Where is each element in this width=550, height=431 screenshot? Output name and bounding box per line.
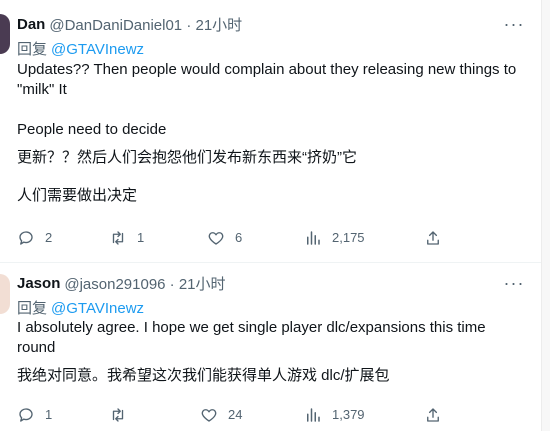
reply-count: 1 xyxy=(45,407,53,422)
tweet-header: Dan @DanDaniDaniel01 · 21小时 xyxy=(17,14,242,34)
like-button[interactable]: 24 xyxy=(200,405,242,425)
reply-mention[interactable]: @GTAVInewz xyxy=(51,300,144,317)
tweet-text-line: 更新？？然后人们会抱怨他们发布新东西来“挤奶”它 xyxy=(17,149,357,166)
tweet-header: Jason @jason291096 · 21小时 xyxy=(17,273,226,293)
author-handle[interactable]: @DanDaniDaniel01 · 21小时 xyxy=(49,14,242,35)
views-button[interactable]: 1,379 xyxy=(304,405,365,425)
retweet-icon xyxy=(112,408,124,422)
tweet-jason[interactable]: Jason @jason291096 · 21小时 ··· 回复 @GTAVIne… xyxy=(0,263,541,431)
replying-to: 回复 @GTAVInewz xyxy=(17,297,144,318)
views-icon xyxy=(307,408,320,422)
share-button[interactable] xyxy=(424,228,452,248)
tweet-actions: 2 1 6 2,175 xyxy=(17,228,457,248)
like-count: 6 xyxy=(235,230,243,245)
tweet-text-line: Updates?? Then people would complain abo… xyxy=(17,61,517,98)
more-icon[interactable]: ··· xyxy=(499,14,529,34)
views-button[interactable]: 2,175 xyxy=(304,228,365,248)
scrollbar[interactable] xyxy=(541,0,550,431)
tweet-text: I absolutely agree. I hope we get single… xyxy=(17,318,522,386)
reply-button[interactable]: 2 xyxy=(17,228,52,248)
more-icon[interactable]: ··· xyxy=(499,273,529,293)
like-count: 24 xyxy=(228,407,243,422)
retweet-count: 1 xyxy=(137,230,145,245)
retweet-button[interactable]: 1 xyxy=(109,228,144,248)
views-count: 1,379 xyxy=(332,407,365,422)
reply-icon xyxy=(19,231,33,245)
reply-icon xyxy=(19,408,33,422)
share-icon xyxy=(427,231,439,245)
views-count: 2,175 xyxy=(332,230,365,245)
reply-prefix: 回复 xyxy=(17,300,48,317)
author-name[interactable]: Jason xyxy=(17,275,60,292)
retweet-icon xyxy=(112,231,124,245)
tweet-text-line: 人们需要做出决定 xyxy=(17,187,138,204)
reply-thread: Dan @DanDaniDaniel01 · 21小时 ··· 回复 @GTAVI… xyxy=(0,0,550,431)
tweet-text-line: People need to decide xyxy=(17,121,167,138)
reply-mention[interactable]: @GTAVInewz xyxy=(51,41,144,58)
reply-prefix: 回复 xyxy=(17,41,48,58)
tweet-text: Updates?? Then people would complain abo… xyxy=(17,60,522,206)
like-icon xyxy=(208,232,224,245)
reply-button[interactable]: 1 xyxy=(17,405,52,425)
reply-count: 2 xyxy=(45,230,53,245)
author-handle[interactable]: @jason291096 · 21小时 xyxy=(64,273,225,294)
author-name[interactable]: Dan xyxy=(17,16,45,33)
replying-to: 回复 @GTAVInewz xyxy=(17,38,144,59)
share-button[interactable] xyxy=(424,405,452,425)
tweet-actions: 1 24 1,379 xyxy=(17,405,457,425)
views-icon xyxy=(307,231,320,245)
avatar[interactable] xyxy=(0,14,10,54)
retweet-button[interactable] xyxy=(109,405,137,425)
like-icon xyxy=(201,409,217,422)
avatar[interactable] xyxy=(0,274,10,314)
tweet-text-line: 我绝对同意。我希望这次我们能获得单人游戏 dlc/扩展包 xyxy=(17,367,390,384)
like-button[interactable]: 6 xyxy=(207,228,242,248)
tweet-text-line: I absolutely agree. I hope we get single… xyxy=(17,319,486,356)
share-icon xyxy=(427,408,439,422)
tweet-dan[interactable]: Dan @DanDaniDaniel01 · 21小时 ··· 回复 @GTAVI… xyxy=(0,0,541,262)
